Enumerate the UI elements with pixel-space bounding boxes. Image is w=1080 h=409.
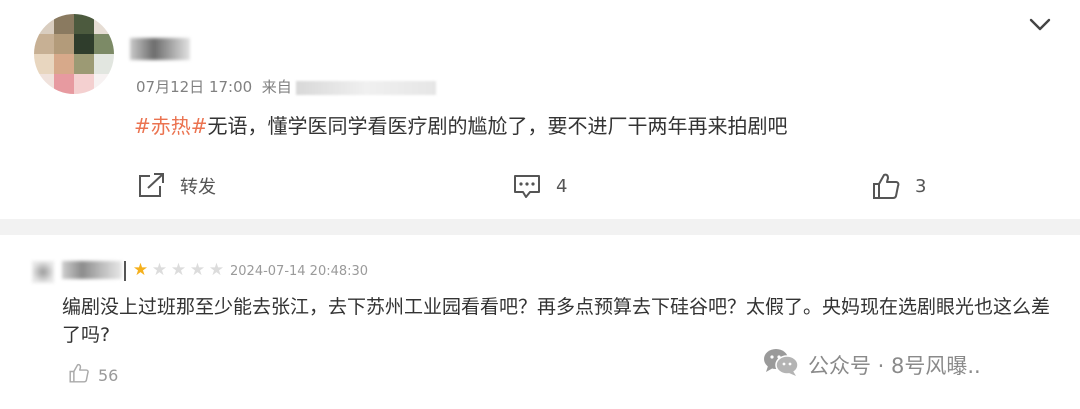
username[interactable] [130,38,190,60]
hashtag-link[interactable]: #赤热# [134,114,208,138]
chevron-down-icon[interactable] [1026,14,1054,34]
review-like-button[interactable]: 56 [68,362,118,388]
review-date: 2024-07-14 20:48:30 [230,264,369,279]
reviewer-avatar[interactable] [32,261,54,283]
weibo-post-card: 07月12日 17:00 来自 #赤热#无语，懂学医同学看医疗剧的尴尬了，要不进… [0,0,1080,219]
review-like-count: 56 [98,365,119,385]
thumbs-up-icon [871,171,901,201]
share-icon [136,172,166,200]
watermark-text: 公众号 · 8号风曝.. [808,353,981,378]
star-icon: ★ [132,260,149,280]
wechat-icon [762,347,800,382]
watermark: 公众号 · 8号风曝.. [762,347,981,382]
star-icon: ★ [151,260,168,280]
star-icon: ★ [170,260,187,280]
review-text: 编剧没上过班那至少能去张江，去下苏州工业园看看吧？再多点预算去下硅谷吧？太假了。… [62,296,1051,346]
section-divider [0,219,1080,235]
forward-label: 转发 [180,177,216,198]
reviewer-name[interactable] [62,261,122,279]
name-separator [124,261,126,281]
star-icon: ★ [208,260,225,280]
like-count: 3 [915,175,927,197]
comment-icon [512,172,542,200]
post-text: #赤热#无语，懂学医同学看医疗剧的尴尬了，要不进厂干两年再来拍剧吧 [134,110,788,139]
post-source-prefix: 来自 [261,78,292,96]
thumbs-up-icon [68,362,90,388]
post-body: 无语，懂学医同学看医疗剧的尴尬了，要不进厂干两年再来拍剧吧 [207,114,788,138]
post-actions: 转发 4 3 [0,168,1080,204]
post-meta: 07月12日 17:00 来自 [136,76,436,97]
star-icon: ★ [189,260,206,280]
comment-button[interactable]: 4 [512,168,567,204]
like-button[interactable]: 3 [871,168,926,204]
forward-button[interactable]: 转发 [136,168,216,204]
review-card: ★ ★ ★ ★ ★ 2024-07-14 20:48:30 编剧没上过班那至少能去张江，… [0,235,1080,409]
comment-count: 4 [556,175,568,197]
rating-stars: ★ ★ ★ ★ ★ [132,262,225,279]
post-date: 07月12日 17:00 [136,78,253,96]
post-source[interactable] [295,80,436,95]
avatar[interactable] [34,14,114,94]
